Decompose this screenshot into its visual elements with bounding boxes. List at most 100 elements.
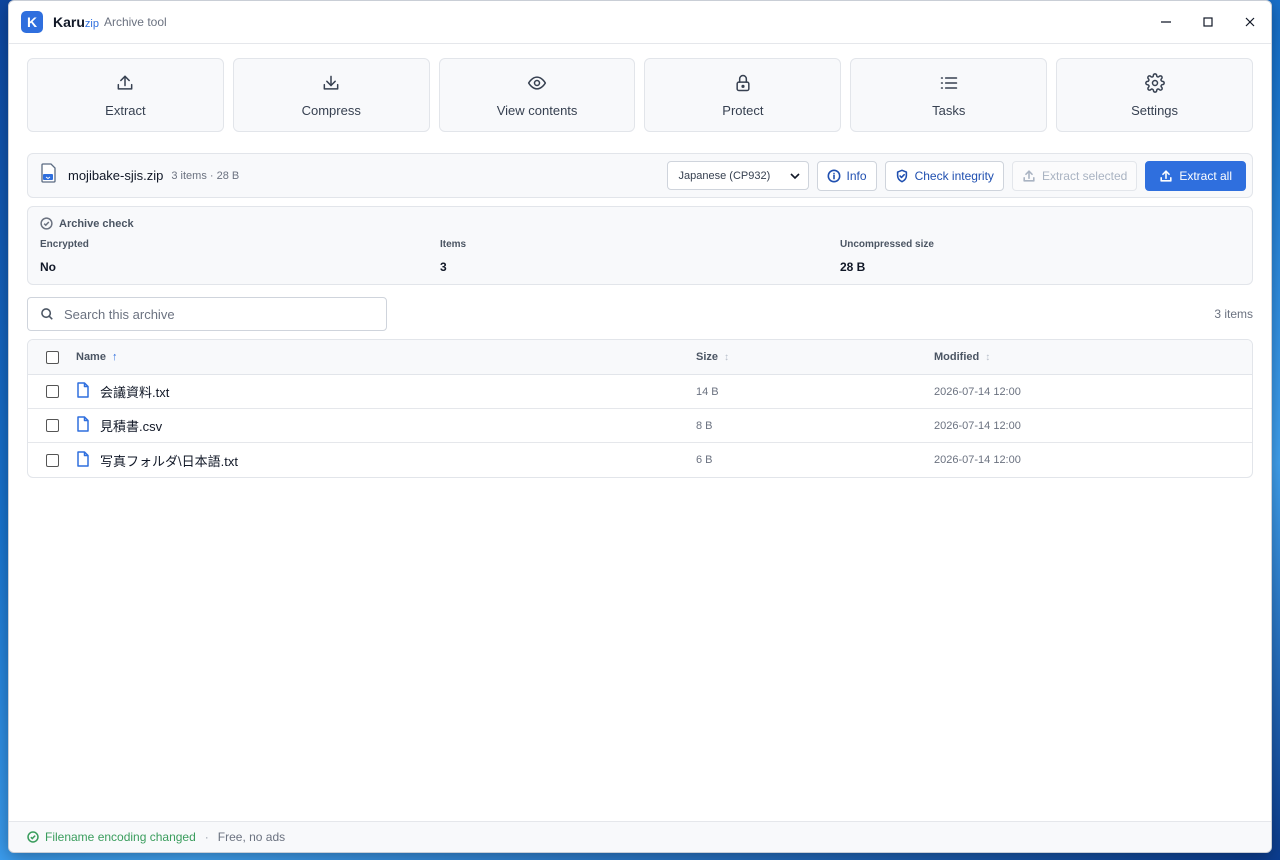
- info-icon: [827, 169, 841, 182]
- select-all-checkbox[interactable]: [45, 350, 59, 364]
- status-bar: Filename encoding changed · Free, no ads: [9, 821, 1271, 852]
- app-logo: K: [21, 11, 43, 33]
- title-bar: K Karuzip Archive tool: [9, 1, 1271, 44]
- zip-file-icon: [40, 163, 58, 188]
- archive-file-name: mojibake-sjis.zip: [68, 168, 164, 183]
- item-count: 3 items: [1214, 307, 1253, 321]
- sort-ascending-icon: ↑: [111, 351, 118, 363]
- upload-icon: [117, 75, 133, 90]
- status-separator: ·: [204, 830, 209, 844]
- sort-icon: ↕: [985, 351, 991, 363]
- tasks-tool-button[interactable]: Tasks: [850, 58, 1048, 132]
- tool-label: Compress: [301, 102, 361, 118]
- tool-label: Extract: [105, 102, 146, 118]
- upload-icon: [1160, 169, 1172, 182]
- file-table: Name ↑ Size ↕ Modified ↕ 会議資料.txt 14 B 2…: [27, 339, 1253, 478]
- row-checkbox[interactable]: [45, 419, 59, 432]
- check-field-encrypted: Encrypted No: [40, 239, 440, 274]
- chevron-down-icon: [789, 172, 800, 179]
- extract-selected-button-label: Extract selected: [1041, 168, 1128, 183]
- file-icon: [76, 382, 90, 401]
- column-header-name[interactable]: Name ↑: [76, 351, 696, 363]
- file-size: 14 B: [696, 385, 719, 398]
- lock-icon: [736, 74, 750, 91]
- table-row[interactable]: 見積書.csv 8 B 2026-07-14 12:00: [28, 409, 1252, 443]
- table-row[interactable]: 写真フォルダ\日本語.txt 6 B 2026-07-14 12:00: [28, 443, 1252, 477]
- download-icon: [323, 75, 339, 90]
- maximize-button[interactable]: [1187, 1, 1229, 44]
- view-contents-tool-button[interactable]: View contents: [438, 58, 636, 132]
- search-row: Search this archive 3 items: [27, 297, 1253, 331]
- column-header-modified[interactable]: Modified ↕: [934, 351, 1252, 363]
- file-size: 8 B: [696, 419, 713, 432]
- check-field-label: Encrypted: [40, 239, 89, 250]
- file-name: 見積書.csv: [100, 419, 163, 434]
- check-field-items: Items 3: [440, 239, 840, 274]
- check-field-value: 3: [440, 260, 447, 274]
- list-icon: [940, 76, 957, 89]
- sort-icon: ↕: [724, 351, 730, 363]
- app-name: Karuzip: [53, 14, 99, 30]
- file-name: 会議資料.txt: [100, 385, 170, 400]
- file-icon: [76, 450, 90, 470]
- file-modified: 2026-07-14 12:00: [934, 419, 1021, 432]
- check-integrity-button[interactable]: Check integrity: [884, 160, 1004, 191]
- extract-tool-button[interactable]: Extract: [27, 58, 224, 132]
- file-size: 6 B: [696, 454, 713, 466]
- encoding-select[interactable]: Japanese (CP932): [666, 161, 809, 190]
- upload-icon: [1023, 169, 1035, 182]
- tool-label: Tasks: [932, 102, 966, 118]
- main-content: Extract Compress View contents Protect T…: [9, 44, 1271, 478]
- close-icon: [1245, 17, 1255, 27]
- check-field-value: No: [40, 260, 56, 274]
- app-window: K Karuzip Archive tool Extract Compress: [8, 0, 1272, 853]
- info-button[interactable]: Info: [816, 160, 877, 191]
- search-icon: [41, 308, 53, 320]
- row-checkbox[interactable]: [45, 385, 59, 398]
- check-field-label: Uncompressed size: [840, 239, 934, 250]
- encoding-select-value: Japanese (CP932): [678, 169, 771, 182]
- archive-check-title: Archive check: [40, 217, 1240, 230]
- file-icon: [76, 416, 90, 435]
- archive-file-meta: 3 items · 28 B: [171, 169, 240, 182]
- tool-label: View contents: [496, 102, 578, 118]
- shield-check-icon: [896, 169, 907, 182]
- app-subtitle: Archive tool: [103, 15, 167, 29]
- column-header-size[interactable]: Size ↕: [696, 351, 934, 363]
- status-note: Free, no ads: [217, 830, 286, 844]
- tool-label: Settings: [1131, 102, 1179, 118]
- eye-icon: [527, 75, 547, 90]
- search-input[interactable]: Search this archive: [27, 297, 387, 331]
- window-controls: [1145, 1, 1271, 44]
- table-row[interactable]: 会議資料.txt 14 B 2026-07-14 12:00: [28, 375, 1252, 409]
- extract-all-button-label: Extract all: [1179, 168, 1232, 183]
- info-button-label: Info: [846, 168, 867, 183]
- check-circle-icon: [40, 217, 53, 230]
- maximize-icon: [1203, 17, 1213, 27]
- toolbar: Extract Compress View contents Protect T…: [27, 58, 1253, 132]
- check-field-value: 28 B: [840, 260, 866, 274]
- archive-check-panel: Archive check Encrypted No Items 3 Uncom…: [27, 206, 1253, 285]
- search-placeholder: Search this archive: [64, 306, 175, 322]
- extract-all-button[interactable]: Extract all: [1145, 160, 1246, 191]
- compress-tool-button[interactable]: Compress: [232, 58, 430, 132]
- row-checkbox[interactable]: [45, 453, 59, 467]
- check-field-label: Items: [440, 239, 467, 250]
- settings-tool-button[interactable]: Settings: [1056, 58, 1253, 132]
- close-button[interactable]: [1229, 1, 1271, 44]
- file-name: 写真フォルダ\日本語.txt: [100, 453, 238, 469]
- minimize-button[interactable]: [1145, 1, 1187, 44]
- app-name-suffix: zip: [84, 18, 99, 30]
- check-field-uncompressed-size: Uncompressed size 28 B: [840, 239, 1240, 274]
- file-modified: 2026-07-14 12:00: [934, 385, 1021, 398]
- protect-tool-button[interactable]: Protect: [644, 58, 842, 132]
- archive-file-bar: mojibake-sjis.zip 3 items · 28 B Japanes…: [27, 153, 1253, 198]
- tool-label: Protect: [722, 102, 764, 118]
- extract-selected-button[interactable]: Extract selected: [1011, 160, 1138, 191]
- check-circle-icon: [27, 831, 39, 843]
- minimize-icon: [1161, 21, 1171, 23]
- file-modified: 2026-07-14 12:00: [934, 454, 1021, 466]
- table-header: Name ↑ Size ↕ Modified ↕: [28, 340, 1252, 375]
- check-integrity-button-label: Check integrity: [914, 168, 994, 183]
- archive-check-grid: Encrypted No Items 3 Uncompressed size 2…: [40, 239, 1240, 274]
